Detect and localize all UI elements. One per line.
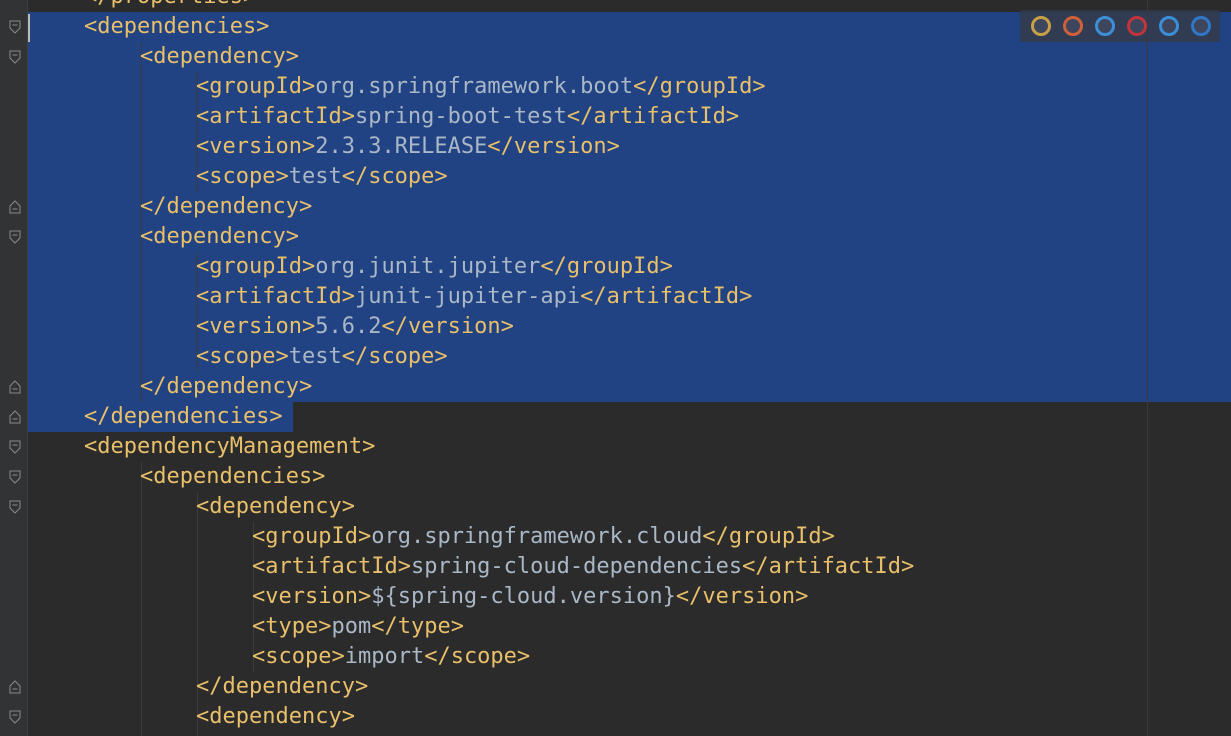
- code-line[interactable]: <dependencies>: [84, 12, 269, 42]
- right-margin-guide: [1147, 0, 1148, 736]
- xml-tag: <artifactId>: [196, 284, 355, 309]
- code-line[interactable]: <version>5.6.2</version>: [196, 312, 514, 342]
- code-line[interactable]: <scope>test</scope>: [196, 162, 448, 192]
- xml-tag: <artifactId>: [196, 104, 355, 129]
- firefox-icon[interactable]: [1063, 16, 1083, 36]
- fold-toggle-icon[interactable]: [9, 500, 21, 514]
- xml-tag: </dependencies>: [84, 404, 283, 429]
- fold-toggle-icon[interactable]: [9, 230, 21, 244]
- xml-tag: <scope>: [196, 344, 289, 369]
- fold-toggle-icon[interactable]: [9, 710, 21, 724]
- xml-tag: </type>: [371, 614, 464, 639]
- xml-text: junit-jupiter-api: [354, 284, 581, 309]
- xml-tag: </groupId>: [633, 74, 766, 99]
- edge-icon[interactable]: [1191, 16, 1211, 36]
- xml-text: spring-cloud-dependencies: [410, 554, 743, 579]
- code-line[interactable]: <dependencyManagement>: [84, 432, 375, 462]
- xml-tag: <version>: [196, 314, 316, 339]
- xml-text: org.springframework.cloud: [371, 524, 703, 549]
- fold-toggle-icon[interactable]: [9, 470, 21, 484]
- xml-tag: </dependency>: [140, 194, 313, 219]
- xml-tag: <version>: [252, 584, 372, 609]
- code-line[interactable]: </properties>: [84, 0, 256, 12]
- indent-guide: [141, 462, 142, 736]
- code-line[interactable]: <artifactId>junit-jupiter-api</artifactI…: [196, 282, 752, 312]
- code-line[interactable]: <version>2.3.3.RELEASE</version>: [196, 132, 620, 162]
- code-line[interactable]: <scope>import</scope>: [252, 642, 530, 672]
- xml-tag: </artifactId>: [580, 284, 753, 309]
- fold-toggle-icon[interactable]: [9, 410, 21, 424]
- chrome-icon[interactable]: [1031, 16, 1051, 36]
- xml-text: pom: [331, 614, 372, 639]
- xml-tag: <type>: [252, 614, 332, 639]
- code-line[interactable]: <scope>test</scope>: [196, 342, 448, 372]
- xml-text: org.springframework.boot: [315, 74, 634, 99]
- code-line[interactable]: <dependency>: [196, 492, 355, 522]
- code-line[interactable]: </dependency>: [196, 672, 368, 702]
- fold-toggle-icon[interactable]: [9, 440, 21, 454]
- code-line[interactable]: <artifactId>spring-boot-test</artifactId…: [196, 102, 739, 132]
- code-line[interactable]: <version>${spring-cloud.version}</versio…: [252, 582, 808, 612]
- code-line[interactable]: <dependency>: [140, 42, 299, 72]
- code-line[interactable]: <groupId>org.junit.jupiter</groupId>: [196, 252, 673, 282]
- code-line[interactable]: <dependency>: [140, 222, 299, 252]
- xml-text: 5.6.2: [315, 314, 382, 339]
- xml-tag: <dependency>: [196, 704, 355, 729]
- xml-text: import: [344, 644, 425, 669]
- xml-text: ${spring-cloud.version}: [371, 584, 676, 609]
- xml-tag: <scope>: [252, 644, 345, 669]
- fold-toggle-icon[interactable]: [9, 200, 21, 214]
- xml-tag: </scope>: [341, 164, 448, 189]
- fold-toggle-icon[interactable]: [9, 20, 21, 34]
- xml-tag: </dependency>: [196, 674, 369, 699]
- code-line[interactable]: <dependency>: [196, 702, 355, 732]
- code-line[interactable]: </dependency>: [140, 192, 312, 222]
- xml-tag: </scope>: [341, 344, 448, 369]
- code-line[interactable]: <groupId>org.springframework.boot</group…: [196, 72, 766, 102]
- code-line[interactable]: </dependency>: [140, 372, 312, 402]
- code-line[interactable]: <artifactId>spring-cloud-dependencies</a…: [252, 552, 914, 582]
- safari-icon[interactable]: [1095, 16, 1115, 36]
- xml-tag: </version>: [381, 314, 514, 339]
- opera-icon[interactable]: [1127, 16, 1147, 36]
- code-line[interactable]: <groupId>org.springframework.cloud</grou…: [252, 522, 835, 552]
- xml-tag: </version>: [675, 584, 809, 609]
- code-line[interactable]: </dependencies>: [84, 402, 283, 432]
- xml-tag: </dependency>: [140, 374, 313, 399]
- xml-tag: <version>: [196, 134, 316, 159]
- xml-tag: </artifactId>: [742, 554, 915, 579]
- code-line[interactable]: <type>pom</type>: [252, 612, 464, 642]
- xml-tag: </groupId>: [540, 254, 673, 279]
- xml-text: test: [288, 164, 342, 189]
- xml-tag: <groupId>: [196, 74, 316, 99]
- xml-tag: </artifactId>: [566, 104, 740, 129]
- text-caret: [28, 14, 30, 42]
- xml-tag: <dependency>: [196, 494, 355, 519]
- xml-tag: </groupId>: [702, 524, 835, 549]
- xml-tag: <scope>: [196, 164, 289, 189]
- xml-tag: <dependencies>: [84, 14, 270, 39]
- fold-toggle-icon[interactable]: [9, 50, 21, 64]
- xml-text: test: [288, 344, 342, 369]
- xml-tag: <artifactId>: [252, 554, 411, 579]
- fold-toggle-icon[interactable]: [9, 380, 21, 394]
- xml-text: spring-boot-test: [354, 104, 567, 129]
- xml-tag: <dependencies>: [140, 464, 326, 489]
- xml-tag: <dependencyManagement>: [84, 434, 376, 459]
- xml-tag: <dependency>: [140, 44, 299, 69]
- xml-tag: <groupId>: [252, 524, 372, 549]
- ie-icon[interactable]: [1159, 16, 1179, 36]
- code-line[interactable]: <dependencies>: [140, 462, 325, 492]
- xml-tag: <groupId>: [196, 254, 316, 279]
- xml-tag: </version>: [487, 134, 620, 159]
- xml-tag: </properties>: [84, 0, 256, 9]
- xml-text: 2.3.3.RELEASE: [315, 134, 488, 159]
- fold-toggle-icon[interactable]: [9, 680, 21, 694]
- xml-tag: <dependency>: [140, 224, 299, 249]
- xml-tag: </scope>: [424, 644, 531, 669]
- editor-gutter: [0, 0, 27, 736]
- xml-text: org.junit.jupiter: [315, 254, 541, 279]
